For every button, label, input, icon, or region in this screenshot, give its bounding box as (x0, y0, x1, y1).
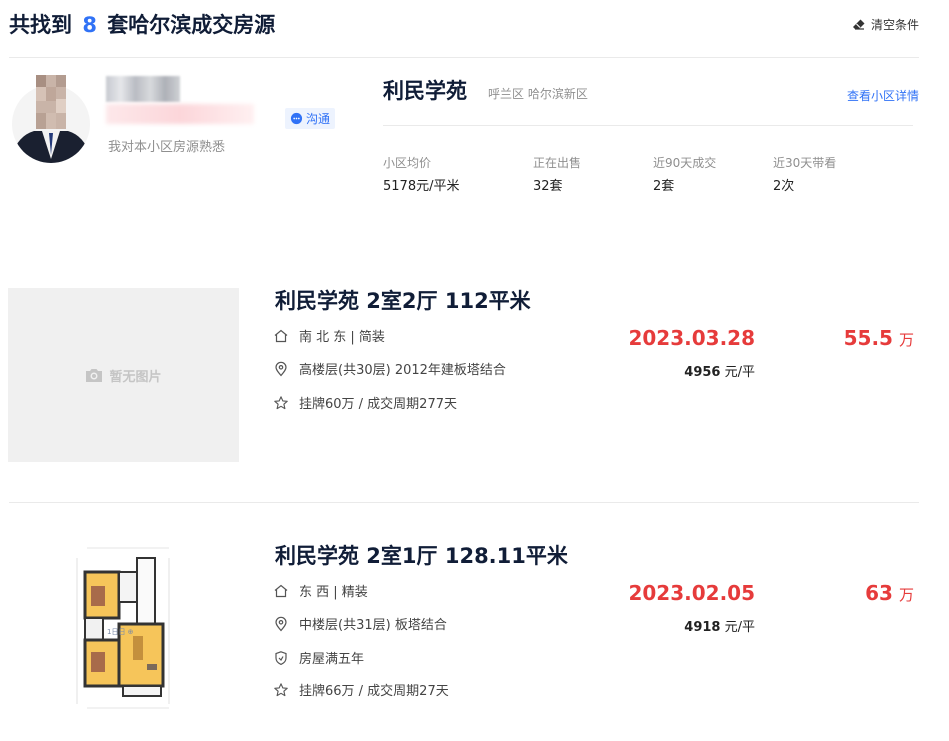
position-info-text: 中楼层(共31层) 板塔结合 (299, 618, 447, 633)
results-suffix: 套哈尔滨成交房源 (107, 13, 276, 37)
community-district: 呼兰区 哈尔滨新区 (488, 87, 588, 101)
home-icon (274, 329, 288, 342)
listing-floorplan-image[interactable]: 1日日 ⊕ (73, 544, 173, 714)
community-name[interactable]: 利民学苑 (383, 75, 467, 105)
stat-viewings-30d: 近30天带看 2次 (773, 154, 836, 194)
deal-date: 2023.02.05 (628, 581, 755, 605)
tag-text: 房屋满五年 (299, 652, 365, 667)
deal-cycle-text: 挂牌66万 / 成交周期27天 (299, 684, 449, 699)
total-price-unit: 万 (898, 331, 914, 349)
star-icon (274, 682, 288, 696)
total-price: 63 万 (865, 581, 914, 605)
house-info-text: 南 北 东 | 简装 (299, 330, 385, 345)
stat-label: 正在出售 (533, 156, 582, 170)
stat-label: 近90天成交 (653, 156, 717, 170)
listing-deal-cycle: 挂牌60万 / 成交周期277天 (273, 393, 457, 412)
stat-avg-price: 小区均价 5178元/平米 (383, 154, 459, 194)
svg-text:1日日 ⊕: 1日日 ⊕ (107, 628, 134, 636)
listing-house-info: 东 西 | 精装 (273, 581, 368, 600)
stat-value: 2次 (773, 179, 795, 194)
results-prefix: 共找到 (9, 13, 72, 37)
unit-price-value: 4956 (684, 365, 721, 380)
unit-price-suffix: 元/平 (724, 365, 755, 380)
position-info-text: 高楼层(共30层) 2012年建板塔结合 (299, 363, 506, 378)
listing-image-placeholder[interactable]: 暂无图片 (8, 288, 239, 462)
listing-title[interactable]: 利民学苑 2室1厅 128.11平米 (275, 540, 568, 570)
home-icon (274, 584, 288, 597)
stat-value: 2套 (653, 179, 675, 194)
divider (9, 57, 919, 58)
community-detail-link[interactable]: 查看小区详情 (847, 87, 919, 104)
listing-position-info: 高楼层(共30层) 2012年建板塔结合 (273, 359, 506, 378)
stat-label: 小区均价 (383, 156, 432, 170)
unit-price-suffix: 元/平 (724, 620, 755, 635)
total-price-value: 55.5 (843, 326, 893, 350)
chat-button[interactable]: 沟通 (285, 108, 335, 129)
stat-sold-90d: 近90天成交 2套 (653, 154, 716, 194)
clear-filters-label: 清空条件 (870, 18, 919, 32)
agent-name[interactable] (106, 76, 256, 126)
stat-label: 近30天带看 (773, 156, 837, 170)
total-price-value: 63 (865, 581, 893, 605)
results-header: 共找到 8 套哈尔滨成交房源 清空条件 (9, 8, 919, 42)
unit-price-value: 4918 (684, 620, 721, 635)
listing-house-info: 南 北 东 | 简装 (273, 326, 385, 345)
deal-cycle-text: 挂牌60万 / 成交周期277天 (299, 397, 457, 412)
chat-label: 沟通 (305, 112, 330, 126)
listing-title[interactable]: 利民学苑 2室2厅 112平米 (275, 285, 531, 315)
shield-icon (275, 650, 287, 665)
chat-bubble-icon (290, 112, 303, 125)
listing-tag: 房屋满五年 (273, 648, 364, 667)
results-title: 共找到 8 套哈尔滨成交房源 (9, 8, 919, 42)
divider (383, 125, 913, 126)
deal-date: 2023.03.28 (628, 326, 755, 350)
divider (9, 502, 919, 503)
stat-on-sale: 正在出售 32套 (533, 154, 581, 194)
total-price-unit: 万 (898, 586, 914, 604)
listing-deal-cycle: 挂牌66万 / 成交周期27天 (273, 680, 449, 699)
camera-icon (86, 369, 103, 382)
results-count: 8 (82, 13, 97, 37)
listing-position-info: 中楼层(共31层) 板塔结合 (273, 614, 447, 633)
clear-filters-button[interactable]: 清空条件 (852, 16, 919, 33)
house-info-text: 东 西 | 精装 (299, 585, 368, 600)
agent-avatar[interactable] (12, 73, 90, 163)
stat-value: 32套 (533, 179, 563, 194)
no-image-label: 暂无图片 (109, 369, 162, 385)
unit-price: 4918 元/平 (684, 616, 755, 635)
stat-value: 5178元/平米 (383, 179, 460, 194)
total-price: 55.5 万 (844, 326, 914, 350)
star-icon (274, 395, 288, 409)
agent-desc: 我对本小区房源熟悉 (108, 140, 226, 155)
unit-price: 4956 元/平 (684, 361, 755, 380)
eraser-icon (852, 19, 865, 30)
location-pin-icon (275, 616, 287, 631)
location-pin-icon (275, 361, 287, 376)
